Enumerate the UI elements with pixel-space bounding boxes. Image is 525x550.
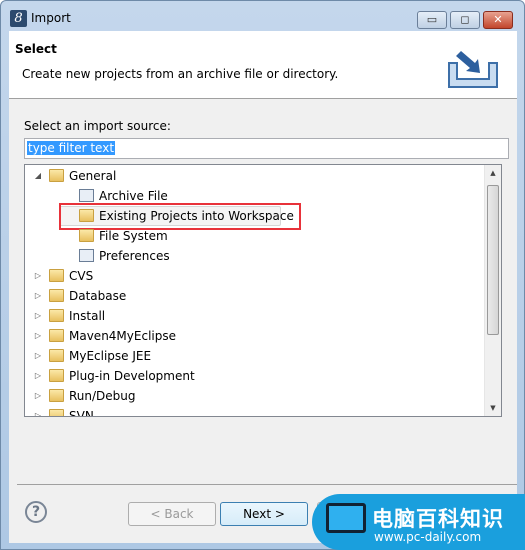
tree-item-label: Database xyxy=(69,289,127,303)
folder-icon xyxy=(49,409,64,416)
expand-arrow-icon[interactable]: ▷ xyxy=(33,326,43,346)
import-dialog: 8 Import ▭ ◻ ✕ Select Create new project… xyxy=(0,0,525,550)
tree-scrollbar[interactable]: ▲ ▼ xyxy=(484,165,501,416)
tree-item-label: Plug-in Development xyxy=(69,369,195,383)
collapse-arrow-icon[interactable]: ◢ xyxy=(33,166,43,186)
folder-icon xyxy=(49,389,64,402)
close-button[interactable]: ✕ xyxy=(483,11,513,29)
archive-icon xyxy=(79,189,94,202)
expand-arrow-icon[interactable]: ▷ xyxy=(33,346,43,366)
tree-item-label: General xyxy=(69,169,117,183)
expand-arrow-icon[interactable]: ▷ xyxy=(33,386,43,406)
maximize-icon: ◻ xyxy=(460,13,470,26)
help-icon[interactable]: ? xyxy=(25,501,47,523)
folder-open-icon xyxy=(49,169,64,182)
tree-item-label: MyEclipse JEE xyxy=(69,349,152,363)
tree-item[interactable]: ▷ Database xyxy=(25,286,485,306)
expand-arrow-icon[interactable]: ▷ xyxy=(33,286,43,306)
close-icon: ✕ xyxy=(493,13,503,26)
window-title: Import xyxy=(31,11,71,25)
import-tray-icon xyxy=(448,51,498,88)
filter-input[interactable]: type filter text xyxy=(24,138,509,159)
tree-item[interactable]: ◢ General xyxy=(25,166,485,186)
tree-item-label: Install xyxy=(69,309,106,323)
scroll-down-icon[interactable]: ▼ xyxy=(485,404,501,412)
preferences-icon xyxy=(79,249,94,262)
tree-item-label: Run/Debug xyxy=(69,389,136,403)
tree-item[interactable]: ▷ CVS xyxy=(25,266,485,286)
folder-icon xyxy=(49,289,64,302)
expand-arrow-icon[interactable]: ▷ xyxy=(33,366,43,386)
tree-item[interactable]: Preferences xyxy=(25,246,485,266)
tree-item[interactable]: ▷ Maven4MyEclipse xyxy=(25,326,485,346)
tree-item-label: Preferences xyxy=(99,249,170,263)
import-source-tree[interactable]: ▲ ▼ ◢ General Archive File Existing Project… xyxy=(24,164,502,417)
page-description: Create new projects from an archive file… xyxy=(22,67,339,81)
tree-item-label: File System xyxy=(99,229,168,243)
expand-arrow-icon[interactable]: ▷ xyxy=(33,266,43,286)
import-source-label: Select an import source: xyxy=(24,119,171,133)
tree-item-label: SVN xyxy=(69,409,94,417)
folder-icon xyxy=(49,369,64,382)
scrollbar-thumb[interactable] xyxy=(487,185,499,335)
tree-item-label: Maven4MyEclipse xyxy=(69,329,176,343)
watermark-text: 电脑百科知识 xyxy=(372,507,504,531)
myeclipse-logo-icon: 8 xyxy=(10,10,27,27)
watermark-logo: 电脑百科知识 www.pc-daily.com xyxy=(312,494,525,550)
page-title: Select xyxy=(15,42,57,56)
watermark-url: www.pc-daily.com xyxy=(374,530,482,544)
folder-icon xyxy=(79,229,94,242)
folder-icon xyxy=(49,269,64,282)
minimize-button[interactable]: ▭ xyxy=(417,11,447,29)
expand-arrow-icon[interactable]: ▷ xyxy=(33,306,43,326)
expand-arrow-icon[interactable]: ▷ xyxy=(33,406,43,416)
wizard-header: Select Create new projects from an archi… xyxy=(9,31,517,99)
tree-item[interactable]: ▷ Plug-in Development xyxy=(25,366,485,386)
minimize-icon: ▭ xyxy=(426,13,438,26)
folder-icon xyxy=(49,329,64,342)
wizard-body: Select an import source: type filter tex… xyxy=(9,99,517,543)
folder-icon xyxy=(49,349,64,362)
filter-text: type filter text xyxy=(27,141,116,155)
tree-item[interactable]: ▷ Run/Debug xyxy=(25,386,485,406)
tree-item[interactable]: ▷ SVN xyxy=(25,406,485,417)
tree-item[interactable]: File System xyxy=(25,226,485,246)
tree-item[interactable]: ▷ MyEclipse JEE xyxy=(25,346,485,366)
scroll-up-icon[interactable]: ▲ xyxy=(485,169,501,177)
tree-item[interactable]: ▷ Install xyxy=(25,306,485,326)
title-bar: 8 Import ▭ ◻ ✕ xyxy=(1,1,524,31)
monitor-icon xyxy=(326,503,366,533)
folder-icon xyxy=(49,309,64,322)
tree-item-label: CVS xyxy=(69,269,94,283)
maximize-button[interactable]: ◻ xyxy=(450,11,480,29)
